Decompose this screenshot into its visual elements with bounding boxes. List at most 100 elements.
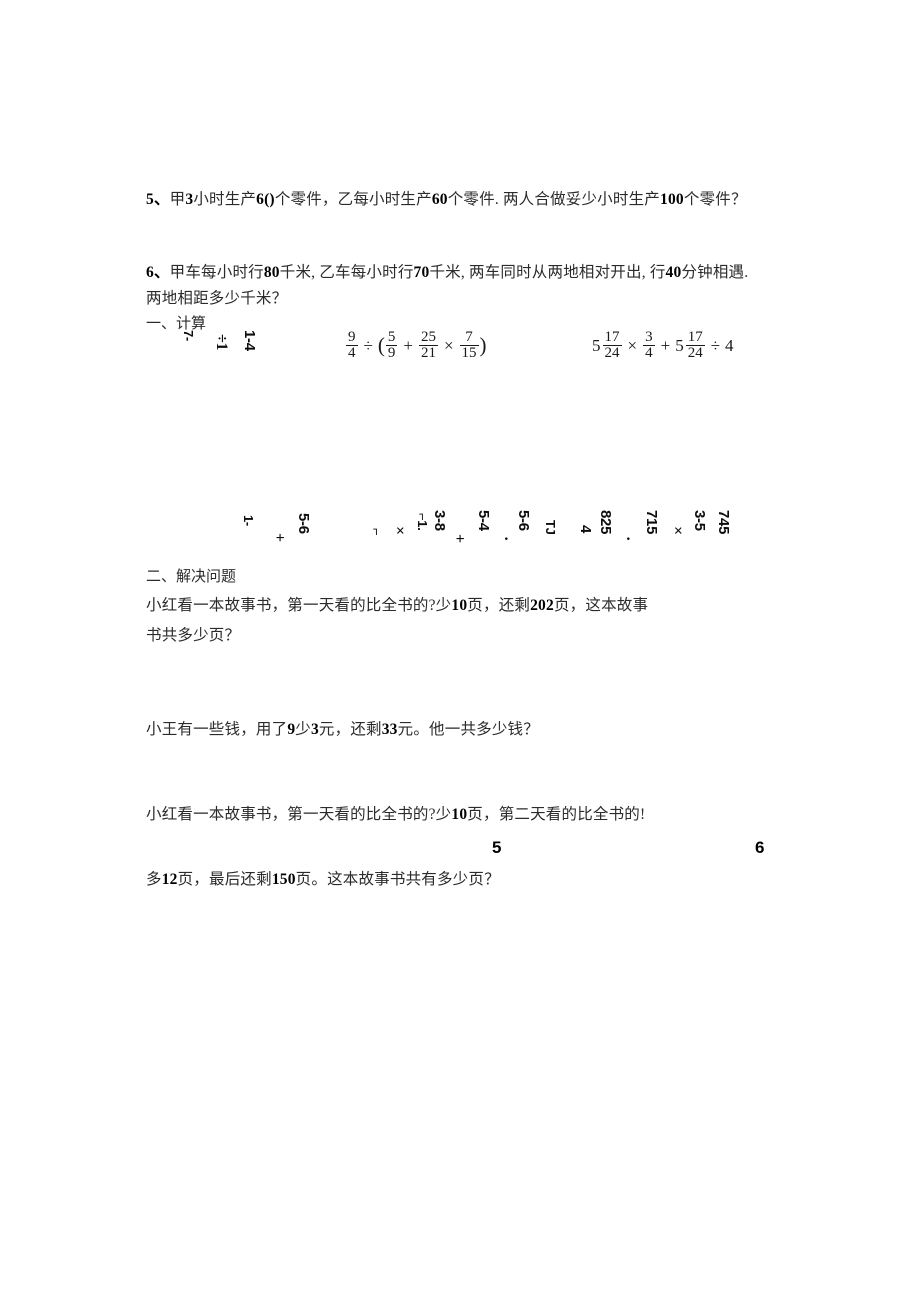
rotated-fragment-r2-17: 3-5 <box>691 510 708 531</box>
s2p1-seg-3: 202 <box>530 597 554 614</box>
problem-5-number: 5、 <box>146 191 170 208</box>
expr3-operator-plus: + <box>660 335 671 355</box>
s2p2-seg-6: 元。他一共多少钱？ <box>397 721 539 738</box>
problem-5-seg-7: 100 <box>660 191 684 208</box>
expr3-mixed-1-whole: 5 <box>592 335 601 355</box>
document-page: 5、甲3小时生产6()个零件，乙每小时生产60个零件. 两人合做妥少小时生产10… <box>0 0 920 1301</box>
problem-5-seg-3: 6() <box>256 191 275 208</box>
expr3-mixed-2: 5 17 24 <box>675 329 706 362</box>
rotated-fragment-r2-0: 1- <box>241 515 256 526</box>
problem-6-seg-4: 千米, 两车同时从两地相对开出, 行 <box>429 264 666 281</box>
s2p1-seg-4: 页，这本故事 <box>553 597 649 614</box>
rotated-fragment-r2-13: 825 <box>597 510 614 535</box>
rotated-fragment-r2-11: TJ <box>543 520 558 535</box>
s2p3-seg-2: 页，第二天看的比全书的! <box>467 806 646 823</box>
rotated-fragment-r2-8: 5-4 <box>475 510 492 531</box>
expr3-fraction-1-denominator: 4 <box>643 345 655 362</box>
rotated-fragment-r2-15: 715 <box>643 510 660 535</box>
problem-6-line-1: 6、甲车每小时行80千米, 乙车每小时行70千米, 两车同时从两地相对开出, 行… <box>146 265 748 281</box>
expr2-term-3: 7 15 <box>459 329 479 362</box>
s2p2-seg-0: 小王有一些钱，用了 <box>146 721 288 738</box>
s2p2-seg-3: 3 <box>310 721 319 738</box>
rotated-fragment-r2-16: × <box>669 526 686 535</box>
rotated-fragment-r2-1: + <box>271 533 288 542</box>
rotated-fragment-r2-3: ⌐ <box>369 528 384 536</box>
s2p3b-seg-1: 12 <box>161 871 178 888</box>
s2p2-seg-5: 33 <box>381 721 398 738</box>
expr3-mixed-1: 5 17 24 <box>592 329 623 362</box>
expr3-mixed-1-fraction: 17 24 <box>602 329 622 362</box>
rotated-fragment-r2-4: × <box>391 526 408 535</box>
expr2-dividend: 9 4 <box>346 329 358 362</box>
s2p1-seg-2: 页，还剩 <box>467 597 531 614</box>
expr2-term-2-numerator: 25 <box>420 329 436 345</box>
s2p3-seg-0: 小红看一本故事书，第一天看的比全书的?少 <box>146 806 452 823</box>
rotated-fragment-r2-9: · <box>497 536 514 542</box>
rotated-fragment-r2-18: 745 <box>715 510 732 535</box>
expr2-term-1: 5 9 <box>385 329 398 362</box>
expr3-mixed-2-numerator: 17 <box>687 329 703 345</box>
problem-6-seg-2: 千米, 乙车每小时行 <box>279 264 414 281</box>
problem-5-seg-2: 小时生产 <box>193 191 257 208</box>
rotated-fragment-r2-5: ⌐1. <box>415 513 430 531</box>
problem-5-seg-0: 甲 <box>169 191 186 208</box>
rotated-fragment-r2-12: 4 <box>577 525 594 534</box>
s2p3b-seg-0: 多 <box>146 871 162 888</box>
expr2-operator-times: × <box>443 335 454 355</box>
problem-5-seg-4: 个零件，乙每小时生产 <box>274 191 432 208</box>
expr2-term-3-denominator: 15 <box>459 345 479 362</box>
section-two-problem-1-line-2: 书共多少页？ <box>146 627 241 644</box>
section-two-problem-2-line-1: 小王有一些钱，用了9少3元，还剩33元。他一共多少钱？ <box>146 722 539 738</box>
rotated-fragment-r1-1: ÷1 <box>213 334 230 351</box>
section-one-heading: 一、计算 <box>146 316 207 332</box>
expr2-close-paren: ) <box>479 333 487 358</box>
rotated-fragment-r2-10: 5-6 <box>515 510 532 531</box>
problem-6-number: 6、 <box>146 264 170 281</box>
rotated-fragment-r2-6: 3-8 <box>431 510 448 531</box>
expr3-mixed-1-denominator: 24 <box>602 345 622 362</box>
s2p3-seg-1: 10 <box>451 806 468 823</box>
problem-5-seg-6: 个零件. 两人合做妥少小时生产 <box>447 191 660 208</box>
problem-6-line-2: 两地相距多少千米？ <box>146 290 288 307</box>
s2p1-seg-0: 小红看一本故事书，第一天看的比全书的?少 <box>146 597 452 614</box>
orphan-digit-5: 5 <box>492 838 502 857</box>
problem-6-seg-5: 40 <box>665 264 682 281</box>
rotated-fragment-r2-2: 5-6 <box>295 513 312 534</box>
section-two-problem-3-line-2: 多12页，最后还剩150页。这本故事书共有多少页？ <box>146 872 500 888</box>
expr3-fraction-1-numerator: 3 <box>645 329 653 345</box>
s2p3b-seg-3: 150 <box>271 871 296 888</box>
problem-5-line: 5、甲3小时生产6()个零件，乙每小时生产60个零件. 两人合做妥少小时生产10… <box>146 192 747 208</box>
expr3-mixed-2-denominator: 24 <box>685 345 705 362</box>
section-two-problem-3-line-1: 小红看一本故事书，第一天看的比全书的?少10页，第二天看的比全书的! <box>146 807 645 823</box>
expr2-term-1-denominator: 9 <box>385 345 398 362</box>
expr2-term-2-denominator: 21 <box>418 345 438 362</box>
expr2-operator-divide: ÷ <box>363 335 373 355</box>
rotated-fragment-r2-7: + <box>451 534 468 543</box>
calc-expression-3: 5 17 24 × 3 4 + 5 17 24 ÷ 4 <box>592 329 734 362</box>
expr2-operator-plus: + <box>403 335 413 355</box>
expr2-term-2: 25 21 <box>418 329 438 362</box>
calc-expression-2: 9 4 ÷ ( 5 9 + 25 21 × 7 15 ) <box>345 329 487 362</box>
section-two-heading: 二、解决问题 <box>146 569 237 585</box>
expr3-mixed-2-whole: 5 <box>675 335 684 355</box>
expr2-open-paren: ( <box>377 333 385 358</box>
expr2-term-1-numerator: 5 <box>387 329 396 345</box>
expr3-mixed-2-fraction: 17 24 <box>685 329 705 362</box>
problem-6-seg-6: 分钟相遇. <box>681 264 749 281</box>
section-two-problem-1-line-1: 小红看一本故事书，第一天看的比全书的?少10页，还剩202页，这本故事 <box>146 598 648 614</box>
expr3-operator-divide: ÷ <box>710 335 721 355</box>
expr2-dividend-numerator: 9 <box>348 329 356 345</box>
s2p2-seg-2: 少 <box>295 721 311 738</box>
expr2-term-3-numerator: 7 <box>465 329 473 345</box>
problem-5-seg-5: 60 <box>431 191 448 208</box>
problem-6-seg-3: 70 <box>413 264 430 281</box>
problem-6-seg-1: 80 <box>263 264 280 281</box>
problem-6-seg-0: 甲车每小时行 <box>169 264 264 281</box>
problem-5-seg-8: 个零件？ <box>683 191 747 208</box>
expr3-operator-times: × <box>627 335 638 355</box>
s2p2-seg-4: 元，还剩 <box>318 721 382 738</box>
expr3-integer-1: 4 <box>725 335 734 355</box>
orphan-digit-6: 6 <box>755 838 765 857</box>
expr3-fraction-1: 3 4 <box>643 329 655 362</box>
rotated-fragment-r1-2: 1-4 <box>241 330 258 351</box>
